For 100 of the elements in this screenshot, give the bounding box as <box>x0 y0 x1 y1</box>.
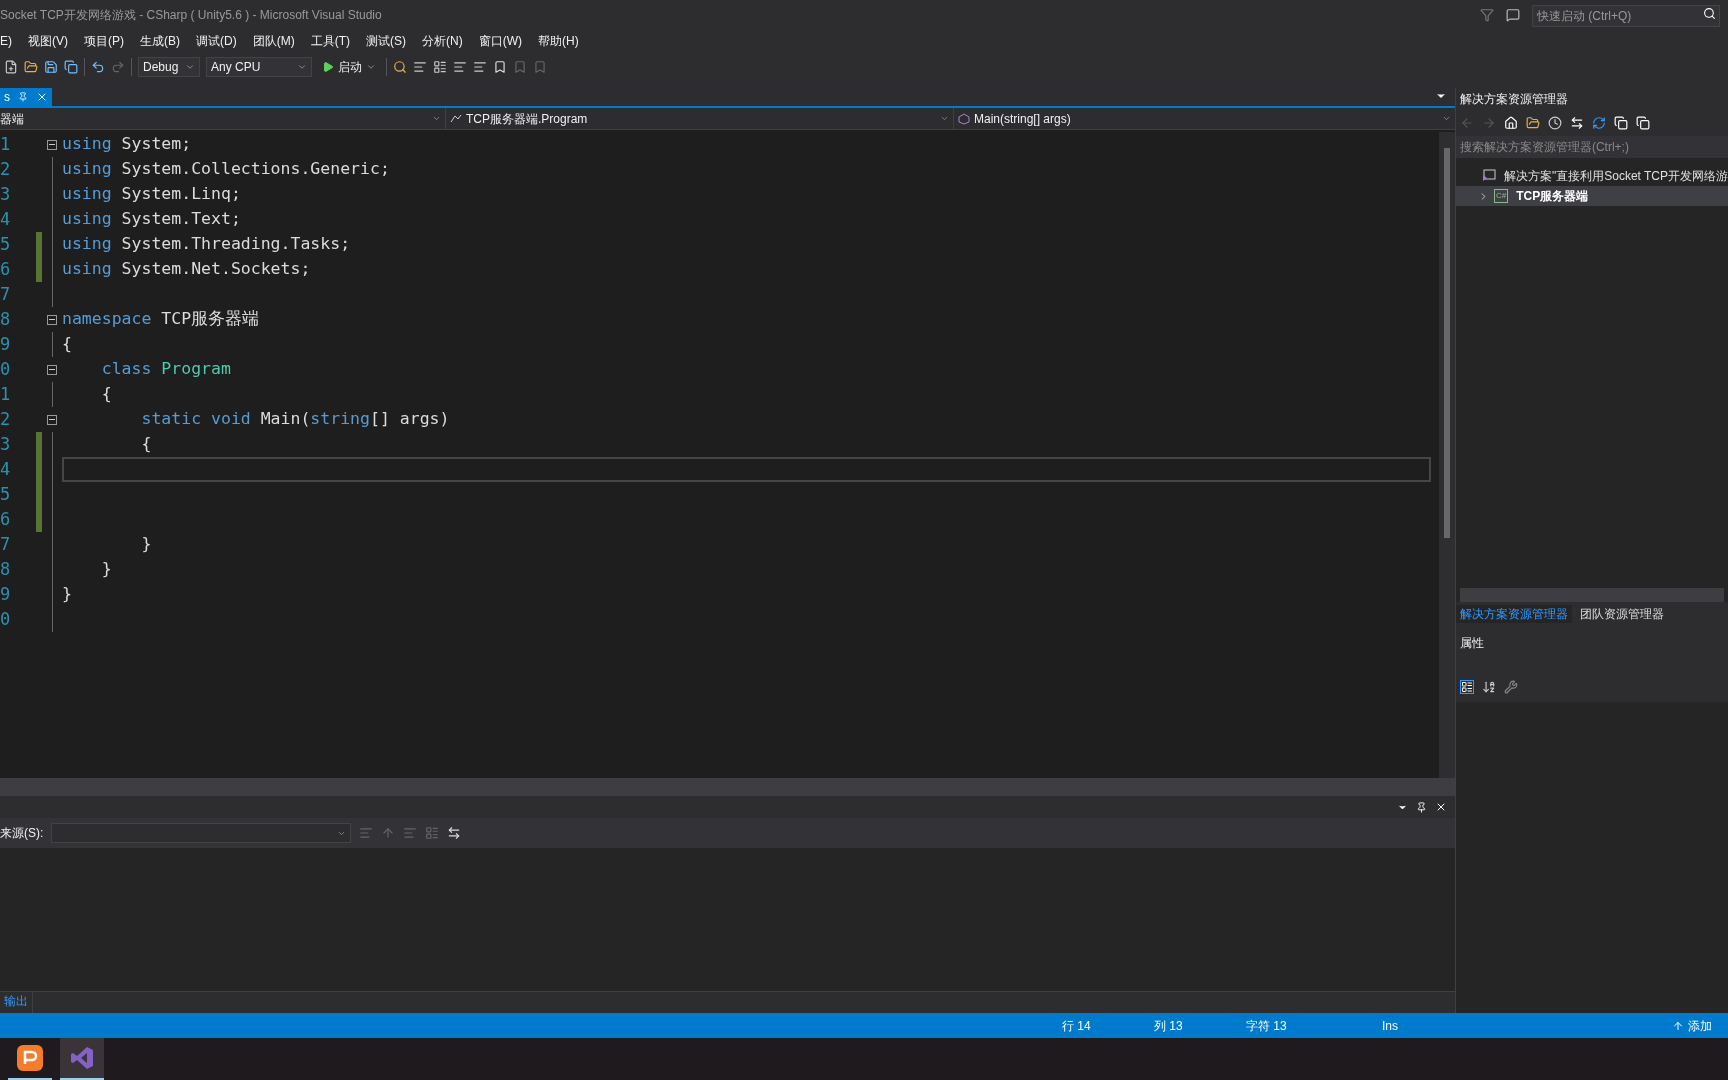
code-line: } <box>140 533 153 556</box>
pin-icon[interactable] <box>1415 801 1427 813</box>
project-item[interactable]: C# TCP服务器端 <box>1455 186 1728 206</box>
code-line: using System; <box>62 133 193 156</box>
list-icon[interactable] <box>433 60 447 74</box>
configuration-dropdown[interactable]: Debug <box>138 57 200 77</box>
line-number: 1 <box>0 386 12 403</box>
show-all-files-icon[interactable] <box>1635 116 1650 130</box>
menu-item[interactable]: E) <box>0 32 20 50</box>
line-number: 7 <box>0 286 12 303</box>
caret-icon[interactable] <box>366 62 376 72</box>
alphabetical-icon[interactable] <box>1481 680 1496 694</box>
menu-item[interactable]: 工具(T) <box>302 32 358 50</box>
line-number: 9 <box>0 586 12 603</box>
line-number: 0 <box>0 361 12 378</box>
code-line: } <box>100 558 113 581</box>
start-button[interactable]: 启动 <box>318 58 380 76</box>
save-all-icon[interactable] <box>64 60 78 74</box>
home-icon[interactable] <box>1503 116 1518 130</box>
code-line: { <box>100 383 113 406</box>
menu-item[interactable]: 生成(B) <box>132 32 188 50</box>
caret-icon[interactable] <box>297 62 307 72</box>
collapse-all-icon[interactable] <box>1613 116 1628 130</box>
feedback-icon[interactable] <box>1506 8 1520 22</box>
source-control-label[interactable]: 添加 <box>1688 1016 1712 1035</box>
line-number: 5 <box>0 486 12 503</box>
collapse-icon[interactable] <box>47 139 57 150</box>
insert-mode: Ins <box>1382 1017 1399 1035</box>
switch-views-icon[interactable] <box>1525 116 1540 130</box>
uncomment-icon[interactable] <box>473 60 487 74</box>
filter-icon[interactable] <box>1480 8 1494 22</box>
menu-item[interactable]: 调试(D) <box>188 32 245 50</box>
line-number: 3 <box>0 436 12 453</box>
code-line: using System.Text; <box>62 208 242 231</box>
caret-icon[interactable] <box>432 114 441 123</box>
comment-icon[interactable] <box>453 60 467 74</box>
line-number: 2 <box>0 161 12 178</box>
code-line: using System.Net.Sockets; <box>62 258 312 281</box>
redo-icon[interactable] <box>111 60 125 74</box>
line-number: 1 <box>0 136 12 153</box>
menu-item[interactable]: 测试(S) <box>358 32 414 50</box>
line-number: 5 <box>0 236 12 253</box>
categorized-icon[interactable] <box>1459 680 1474 694</box>
menu-item[interactable]: 窗口(W) <box>470 32 530 50</box>
search-field[interactable]: 搜索解决方案资源管理器(Ctrl+;) <box>1455 136 1728 158</box>
undo-icon[interactable] <box>91 60 105 74</box>
find-icon[interactable] <box>393 60 407 74</box>
code-line: class Program <box>100 358 232 381</box>
refresh-icon[interactable] <box>1591 116 1606 130</box>
bookmark-icon[interactable] <box>493 60 507 74</box>
wrench-icon[interactable] <box>1503 680 1518 694</box>
collapse-icon[interactable] <box>47 414 57 425</box>
menu-item[interactable]: 分析(N) <box>414 32 471 50</box>
code-line: namespace TCP服务器端 <box>62 308 261 331</box>
horizontal-scrollbar[interactable] <box>1459 588 1724 602</box>
class-dropdown[interactable]: TCP服务器端.Program <box>446 108 954 129</box>
quick-launch-field[interactable]: 快速启动 (Ctrl+Q) <box>1532 5 1720 27</box>
window-title: Socket TCP开发网络游戏 - CSharp ( Unity5.6 ) - Microsoft Visual Studio <box>0 7 382 24</box>
project-dropdown[interactable]: 器端 <box>0 108 446 129</box>
code-line: { <box>140 433 153 456</box>
vertical-scrollbar[interactable] <box>1438 132 1455 778</box>
panel-title: 属性 <box>1455 626 1728 672</box>
play-icon <box>322 61 334 73</box>
char-indicator: 字符 13 <box>1246 1017 1288 1035</box>
caret-icon[interactable] <box>1441 114 1451 123</box>
column-indicator: 列 13 <box>1154 1017 1184 1035</box>
code-line: using System.Threading.Tasks; <box>62 233 352 256</box>
panel-title: 解决方案资源管理器 <box>1455 88 1728 110</box>
word-wrap-icon[interactable] <box>447 826 462 840</box>
sync-icon[interactable] <box>1569 116 1584 130</box>
search-icon[interactable] <box>1703 7 1716 20</box>
collapse-icon[interactable] <box>47 314 57 325</box>
method-icon <box>958 112 970 125</box>
open-folder-icon[interactable] <box>24 60 38 74</box>
panel-tab[interactable]: 团队资源管理器 <box>1575 605 1668 623</box>
platform-dropdown[interactable]: Any CPU <box>206 57 312 77</box>
menu-item[interactable]: 团队(M) <box>244 32 303 50</box>
collapse-icon[interactable] <box>47 364 57 375</box>
panel-tab[interactable]: 解决方案资源管理器 <box>1455 605 1572 623</box>
indent-icon[interactable] <box>413 60 427 74</box>
menu-item[interactable]: 项目(P) <box>76 32 132 50</box>
save-icon[interactable] <box>44 60 58 74</box>
member-dropdown[interactable]: Main(string[] args) <box>954 108 1455 129</box>
solution-item[interactable]: 解决方案"直接利用Socket TCP开发网络游 <box>1455 166 1728 186</box>
caret-icon[interactable] <box>185 62 195 72</box>
code-line: using System.Collections.Generic; <box>62 158 391 181</box>
code-line: static void Main(string[] args) <box>140 408 451 431</box>
menu-item[interactable]: 帮助(H) <box>530 32 587 50</box>
horizontal-scrollbar[interactable] <box>0 778 1455 796</box>
caret-icon[interactable] <box>940 114 949 123</box>
visual-studio-app-icon[interactable] <box>60 1038 104 1080</box>
menu-item[interactable]: 视图(V) <box>20 32 76 50</box>
line-number: 3 <box>0 186 12 203</box>
csharp-file-icon: C# <box>1493 189 1509 203</box>
new-project-icon[interactable] <box>4 60 18 74</box>
code-line: { <box>62 333 73 356</box>
line-number: 6 <box>0 511 12 528</box>
upload-icon <box>1672 1019 1684 1032</box>
pending-changes-icon[interactable] <box>1547 116 1562 130</box>
code-line: } <box>62 583 73 606</box>
